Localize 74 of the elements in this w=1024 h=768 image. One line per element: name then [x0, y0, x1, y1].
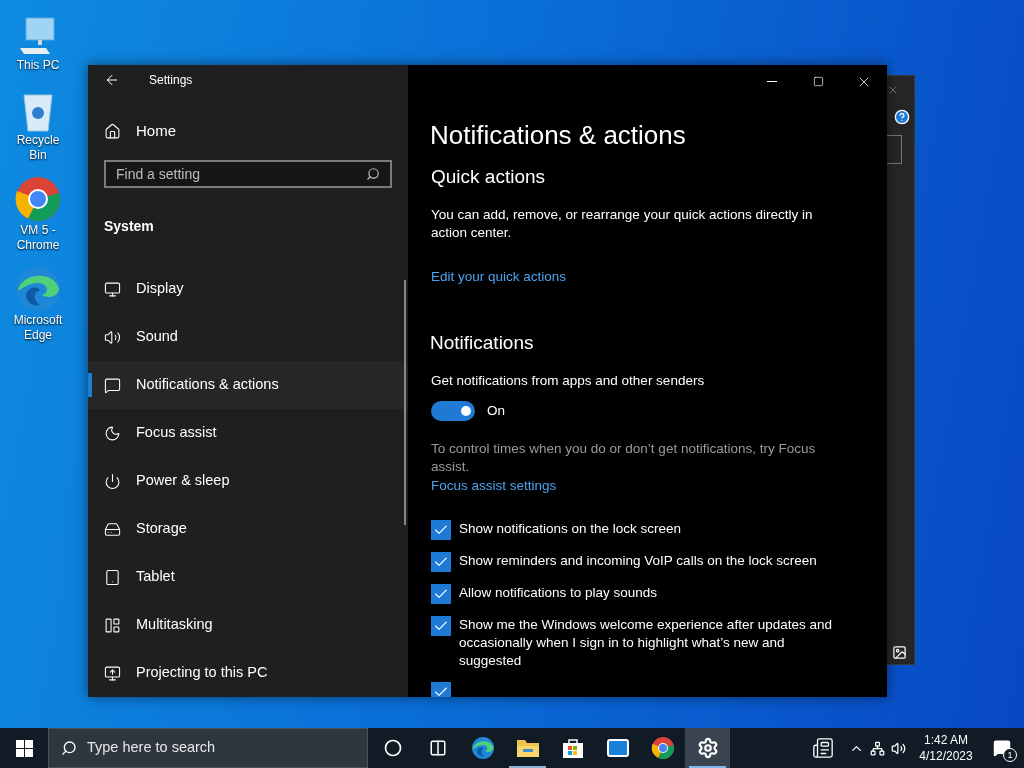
- search-icon[interactable]: [366, 167, 380, 182]
- desktop-icon-label[interactable]: This PC: [8, 58, 68, 73]
- monitor-icon: [104, 664, 121, 682]
- checkbox-label: Show notifications on the lock screen: [459, 519, 683, 538]
- checkbox-label: Show reminders and incoming VoIP calls on the lock screen: [459, 551, 818, 570]
- nav-item[interactable]: Multitasking: [88, 601, 408, 649]
- home-icon: [104, 122, 121, 140]
- maximize-icon: [812, 76, 824, 87]
- speech-bubble-icon: [104, 376, 121, 394]
- window-title: Settings: [149, 72, 193, 90]
- windows-logo-icon: [15, 739, 33, 757]
- checkbox-label: Allow notifications to play sounds: [459, 583, 659, 602]
- desktop-icon-label[interactable]: VM 5 - Chrome: [8, 223, 68, 253]
- scrollbar[interactable]: [404, 280, 406, 525]
- checkbox[interactable]: [431, 615, 451, 636]
- nav-item[interactable]: Storage: [88, 505, 408, 553]
- focus-assist-link[interactable]: Focus assist settings: [431, 475, 847, 496]
- nav-item[interactable]: Focus assist: [88, 409, 408, 457]
- description-text: You can add, remove, or rearrange your quick actions directly in action center.: [431, 206, 814, 242]
- cortana-icon: [383, 739, 402, 757]
- section-heading: Notifications: [430, 331, 535, 356]
- page-title: Notifications & actions: [430, 119, 687, 152]
- checkbox[interactable]: [431, 551, 451, 572]
- speaker-icon[interactable]: [891, 740, 906, 756]
- speaker-icon: [104, 328, 121, 346]
- mail-icon: [605, 736, 630, 760]
- group-heading: System: [104, 217, 155, 236]
- close-icon[interactable]: [887, 84, 899, 96]
- nav-item[interactable]: Notifications & actions: [88, 361, 408, 409]
- home-link[interactable]: Home: [136, 119, 176, 143]
- checkbox-label: Show me the Windows welcome experience after updates and occasionally when I sign in to highlight what’s new and suggested: [459, 615, 833, 670]
- tablet-icon: [104, 568, 121, 586]
- notification-center-button[interactable]: 1: [980, 728, 1024, 768]
- clock-time[interactable]: 1:42 AM: [924, 732, 968, 748]
- nav-item[interactable]: Projecting to this PC: [88, 649, 408, 697]
- power-icon: [104, 472, 121, 490]
- search-field[interactable]: Find a setting: [104, 160, 392, 188]
- chrome-shortcut-icon: [14, 175, 62, 223]
- edge-shortcut-icon: [14, 265, 62, 313]
- task-view-icon: [428, 739, 447, 757]
- notification-count-badge: 1: [1003, 748, 1017, 762]
- nav-item[interactable]: Power & sleep: [88, 457, 408, 505]
- settings-icon: [696, 737, 719, 759]
- window-layout-icon: [104, 616, 121, 634]
- clock-date[interactable]: 4/12/2023: [919, 748, 973, 764]
- toggle-state-text: On: [487, 402, 505, 421]
- network-icon[interactable]: [870, 740, 885, 756]
- notifications-toggle[interactable]: [431, 401, 475, 422]
- search-icon: [61, 740, 77, 756]
- desktop-icon-label[interactable]: Microsoft Edge: [8, 313, 68, 343]
- news-icon[interactable]: [812, 737, 834, 759]
- folder-icon: [515, 737, 540, 759]
- minimize-icon: [767, 81, 777, 82]
- monitor-icon: [104, 280, 121, 298]
- toggle-label: Get notifications from apps and other senders: [431, 372, 706, 391]
- section-heading: Quick actions: [431, 165, 547, 189]
- hint-text: To control times when you do or don’t get notifications, try Focus assist.: [431, 439, 817, 476]
- nav-item[interactable]: Display: [88, 265, 408, 313]
- checkbox[interactable]: [431, 519, 451, 540]
- desktop-icon-label[interactable]: Recycle Bin: [8, 133, 68, 163]
- chrome-icon: [650, 736, 675, 760]
- moon-icon: [104, 424, 121, 442]
- help-icon[interactable]: [894, 109, 910, 125]
- store-bag-icon: [561, 737, 584, 759]
- checkbox[interactable]: [431, 681, 451, 697]
- taskbar-app[interactable]: [685, 728, 730, 768]
- image-icon[interactable]: [892, 645, 907, 660]
- edit-quick-actions-link[interactable]: Edit your quick actions: [431, 267, 847, 288]
- taskbar-search-field[interactable]: Type here to search: [48, 728, 368, 768]
- edge-icon: [470, 736, 495, 760]
- checkbox[interactable]: [431, 583, 451, 604]
- nav-item[interactable]: Sound: [88, 313, 408, 361]
- nav-item[interactable]: Tablet: [88, 553, 408, 601]
- drive-icon: [104, 520, 121, 538]
